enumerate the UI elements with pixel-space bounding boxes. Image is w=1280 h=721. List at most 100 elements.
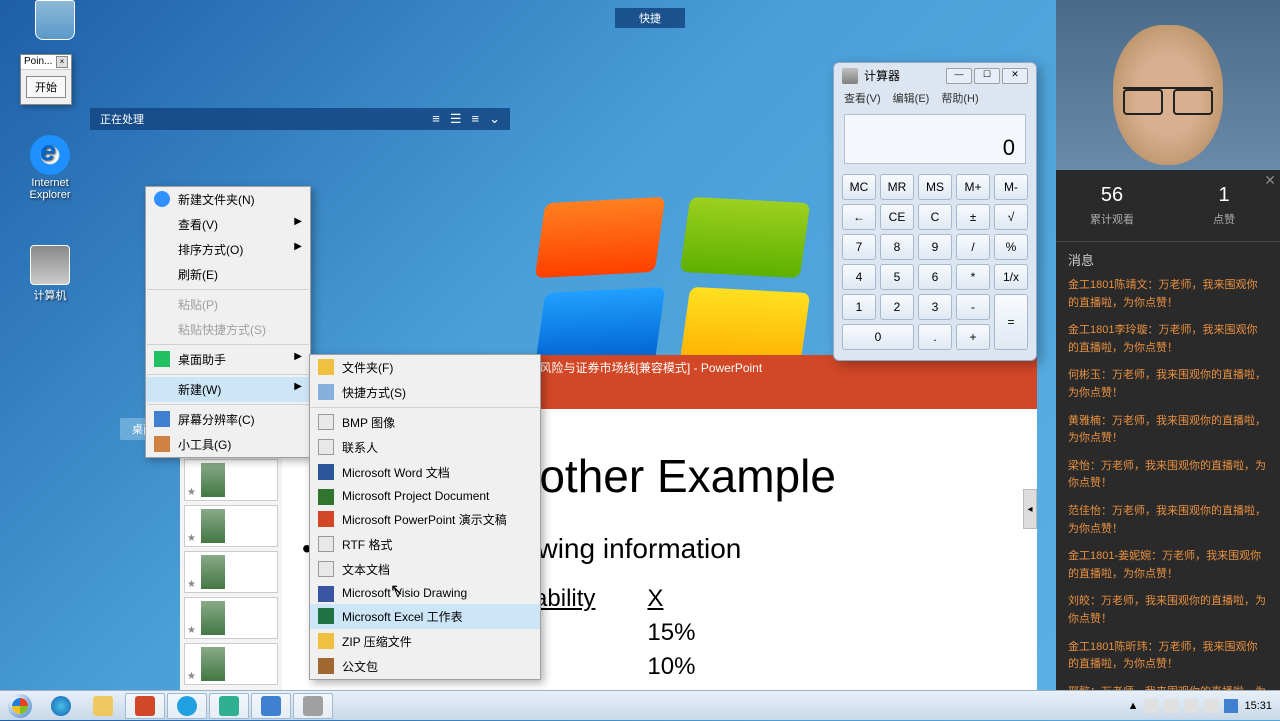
menu-desktop-helper[interactable]: 桌面助手▶	[146, 347, 310, 372]
new-word[interactable]: Microsoft Word 文档	[310, 460, 540, 485]
calc-menu-edit[interactable]: 编辑(E)	[893, 90, 930, 106]
taskbar-powerpoint[interactable]	[125, 693, 165, 719]
calc-c[interactable]: C	[918, 204, 952, 230]
calc-5[interactable]: 5	[880, 264, 914, 290]
start-button[interactable]: 开始	[26, 76, 66, 98]
calculator-window: 计算器 — ☐ ✕ 查看(V) 编辑(E) 帮助(H) 0 MC MR MS M…	[833, 62, 1037, 361]
tray-clock[interactable]: 15:31	[1244, 700, 1272, 712]
new-briefcase[interactable]: 公文包	[310, 654, 540, 679]
new-shortcut[interactable]: 快捷方式(S)	[310, 380, 540, 405]
tray-icon[interactable]	[1224, 699, 1238, 713]
excel-icon	[318, 608, 334, 624]
new-zip[interactable]: ZIP 压缩文件	[310, 629, 540, 654]
popup-window: Poin... × 开始	[20, 54, 72, 105]
folder-icon	[154, 191, 170, 207]
close-button[interactable]: ✕	[1002, 68, 1028, 84]
slide-thumb[interactable]: ★	[184, 459, 278, 501]
calc-mc[interactable]: MC	[842, 174, 876, 200]
slide-thumb[interactable]: ★	[184, 505, 278, 547]
calc-neg[interactable]: ±	[956, 204, 990, 230]
calc-add[interactable]: +	[956, 324, 990, 350]
menu-new-folder[interactable]: 新建文件夹(N)	[146, 187, 310, 212]
chat-message: 金工1801-姜妮婉：万老师，我来围观你的直播啦，为你点赞！	[1068, 548, 1268, 583]
new-powerpoint[interactable]: Microsoft PowerPoint 演示文稿	[310, 507, 540, 532]
calc-dot[interactable]: .	[918, 324, 952, 350]
menu-view[interactable]: 查看(V)▶	[146, 212, 310, 237]
calc-mplus[interactable]: M+	[956, 174, 990, 200]
menu-sort[interactable]: 排序方式(O)▶	[146, 237, 310, 262]
tray-icon[interactable]	[1144, 699, 1158, 713]
menu-icon[interactable]: ≡	[472, 111, 480, 127]
calc-6[interactable]: 6	[918, 264, 952, 290]
calc-7[interactable]: 7	[842, 234, 876, 260]
calc-sqrt[interactable]: √	[994, 204, 1028, 230]
taskbar-explorer[interactable]	[83, 693, 123, 719]
col-x: X	[637, 583, 735, 615]
messages-header: 消息	[1056, 241, 1280, 277]
minimize-button[interactable]: —	[946, 68, 972, 84]
calc-mul[interactable]: *	[956, 264, 990, 290]
calc-ms[interactable]: MS	[918, 174, 952, 200]
close-icon[interactable]: ✕	[1264, 172, 1276, 189]
tray-chevron-icon[interactable]: ▲	[1128, 700, 1139, 712]
messages-list[interactable]: 金工1801陈靖文：万老师，我来围观你的直播啦，为你点赞！ 金工1801李玲璇：…	[1056, 277, 1280, 711]
slide-thumb[interactable]: ★	[184, 643, 278, 685]
maximize-button[interactable]: ☐	[974, 68, 1000, 84]
popup-title: Poin...	[24, 56, 52, 68]
taskbar-app1[interactable]	[167, 693, 207, 719]
menu-gadgets[interactable]: 小工具(G)	[146, 432, 310, 457]
new-folder[interactable]: 文件夹(F)	[310, 355, 540, 380]
calc-sub[interactable]: -	[956, 294, 990, 320]
calc-menu-help[interactable]: 帮助(H)	[941, 90, 978, 106]
project-icon	[318, 489, 334, 505]
chevron-down-icon[interactable]: ⌄	[489, 111, 500, 127]
start-button[interactable]	[0, 691, 40, 721]
menu-refresh[interactable]: 刷新(E)	[146, 262, 310, 287]
calc-0[interactable]: 0	[842, 324, 914, 350]
calc-mminus[interactable]: M-	[994, 174, 1028, 200]
recycle-bin[interactable]	[20, 0, 90, 42]
calc-4[interactable]: 4	[842, 264, 876, 290]
calc-equals[interactable]: =	[994, 294, 1028, 350]
close-icon[interactable]: ×	[56, 56, 68, 68]
system-tray: ▲ 15:31	[1120, 699, 1280, 713]
calc-8[interactable]: 8	[880, 234, 914, 260]
new-text[interactable]: 文本文档	[310, 557, 540, 582]
calc-ce[interactable]: CE	[880, 204, 914, 230]
new-bmp[interactable]: BMP 图像	[310, 410, 540, 435]
calc-3[interactable]: 3	[918, 294, 952, 320]
internet-explorer-icon[interactable]: Internet Explorer	[15, 135, 85, 201]
calc-menu-view[interactable]: 查看(V)	[844, 90, 881, 106]
tray-volume-icon[interactable]	[1204, 699, 1218, 713]
calc-9[interactable]: 9	[918, 234, 952, 260]
slide-thumb[interactable]: ★	[184, 597, 278, 639]
calc-div[interactable]: /	[956, 234, 990, 260]
taskbar-calculator[interactable]	[293, 693, 333, 719]
new-visio[interactable]: Microsoft Visio Drawing	[310, 582, 540, 604]
calc-percent[interactable]: %	[994, 234, 1028, 260]
gadget-icon	[154, 436, 170, 452]
tray-icon[interactable]	[1164, 699, 1178, 713]
new-project[interactable]: Microsoft Project Document	[310, 485, 540, 507]
menu-resolution[interactable]: 屏幕分辨率(C)	[146, 407, 310, 432]
calc-1[interactable]: 1	[842, 294, 876, 320]
new-contact[interactable]: 联系人	[310, 435, 540, 460]
user-icon[interactable]: ☰	[450, 111, 462, 127]
slide-thumb[interactable]: ★	[184, 551, 278, 593]
tray-network-icon[interactable]	[1184, 699, 1198, 713]
calc-back[interactable]: ←	[842, 204, 876, 230]
new-rtf[interactable]: RTF 格式	[310, 532, 540, 557]
menu-new[interactable]: 新建(W)▶	[146, 377, 310, 402]
calc-mr[interactable]: MR	[880, 174, 914, 200]
calc-inv[interactable]: 1/x	[994, 264, 1028, 290]
list-icon[interactable]: ≡	[432, 111, 440, 127]
computer-icon[interactable]: 计算机	[15, 245, 85, 303]
collapse-nav-icon[interactable]: ◂	[1023, 489, 1037, 529]
taskbar-app3[interactable]	[251, 693, 291, 719]
kuaijie-bar[interactable]: 快捷	[615, 8, 685, 28]
calc-2[interactable]: 2	[880, 294, 914, 320]
taskbar-app2[interactable]	[209, 693, 249, 719]
chat-message: 黄雅楠：万老师，我来围观你的直播啦，为你点赞！	[1068, 413, 1268, 448]
taskbar-edge[interactable]	[41, 693, 81, 719]
new-excel[interactable]: Microsoft Excel 工作表	[310, 604, 540, 629]
